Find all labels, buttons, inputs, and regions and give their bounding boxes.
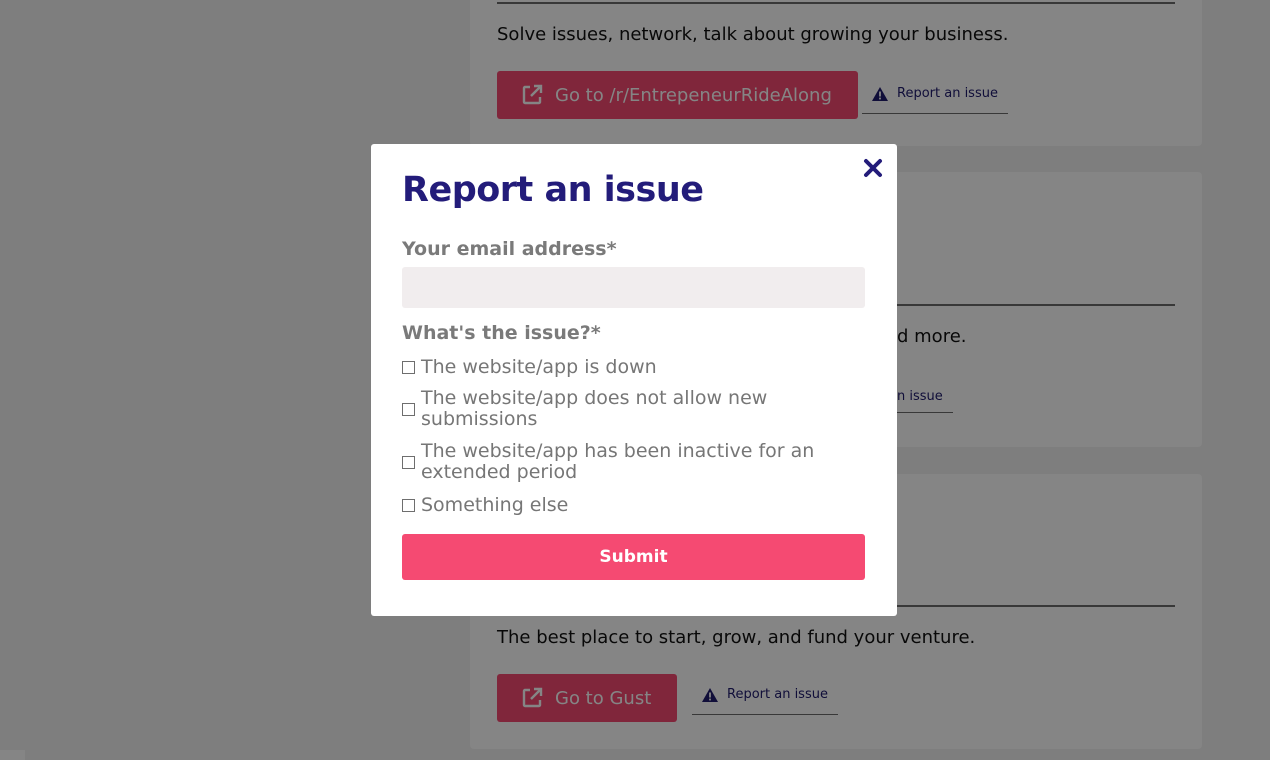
option-label: Something else	[421, 494, 569, 516]
option-website-down[interactable]: The website/app is down	[402, 357, 657, 378]
option-something-else[interactable]: Something else	[402, 495, 568, 516]
checkbox[interactable]	[402, 499, 415, 512]
issue-label: What's the issue?*	[402, 322, 601, 344]
option-label: The website/app is down	[421, 356, 657, 378]
option-inactive[interactable]: The website/app has been inactive for an…	[402, 441, 814, 483]
report-issue-modal: Report an issue Your email address* What…	[371, 144, 897, 616]
option-label-line-1: The website/app has been inactive for an	[421, 440, 815, 462]
close-button[interactable]	[863, 158, 883, 178]
email-label: Your email address*	[402, 238, 617, 260]
option-label: The website/app does not allow new submi…	[421, 388, 767, 430]
option-label-line-2: extended period	[421, 461, 578, 483]
option-label-line-1: The website/app does not allow new	[421, 387, 768, 409]
checkbox[interactable]	[402, 455, 415, 469]
option-no-new-submissions[interactable]: The website/app does not allow new submi…	[402, 388, 767, 430]
email-field[interactable]	[402, 267, 865, 308]
close-icon	[864, 159, 882, 177]
option-label-line-2: submissions	[421, 408, 538, 430]
submit-button[interactable]: Submit	[402, 534, 865, 580]
modal-title: Report an issue	[402, 170, 704, 210]
checkbox[interactable]	[402, 361, 415, 374]
checkbox[interactable]	[402, 402, 415, 416]
option-label: The website/app has been inactive for an…	[421, 441, 814, 483]
